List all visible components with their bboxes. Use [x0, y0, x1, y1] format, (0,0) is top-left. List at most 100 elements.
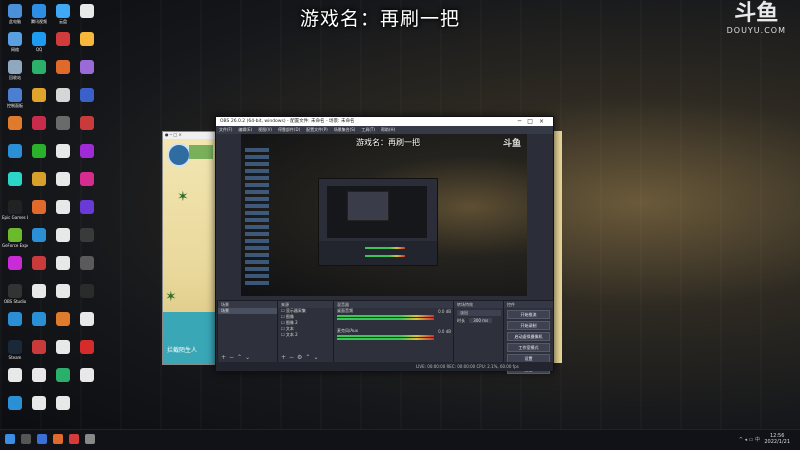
desktop-icon[interactable]	[26, 228, 52, 256]
desktop-icon[interactable]	[74, 340, 100, 368]
desktop-icon[interactable]	[50, 116, 76, 144]
desktop-icon[interactable]	[26, 368, 52, 396]
sea-area	[163, 312, 217, 364]
desktop-icon[interactable]	[50, 284, 76, 312]
mixer-channel-mic[interactable]: 麦克风/Aux 0.0 dB	[334, 328, 454, 342]
game-map[interactable]: ✶ ✶ 拦截陌生人	[163, 139, 217, 364]
desktop-icon[interactable]	[26, 340, 52, 368]
duration-row[interactable]: 时长 300 ms	[454, 318, 504, 324]
desktop-icon[interactable]	[2, 368, 28, 396]
desktop-icon[interactable]	[50, 256, 76, 284]
menu-item[interactable]: 视图(V)	[258, 127, 272, 132]
desktop-icon[interactable]	[26, 312, 52, 340]
desktop-icon[interactable]: 腾讯视频	[26, 4, 52, 32]
app-icon[interactable]	[69, 434, 79, 444]
scene-item[interactable]: 场景	[218, 308, 278, 314]
desktop-icon[interactable]	[2, 172, 28, 200]
desktop-icon[interactable]: OBS Studio	[2, 284, 28, 312]
desktop-icon[interactable]	[50, 368, 76, 396]
desktop-icon[interactable]	[50, 312, 76, 340]
desktop-icon[interactable]	[26, 116, 52, 144]
task-view-icon[interactable]	[37, 434, 47, 444]
game-titlebar[interactable]: ● ─ □ ×	[163, 132, 217, 139]
menu-item[interactable]: 停靠部件(D)	[278, 127, 300, 132]
desktop-icon[interactable]	[26, 200, 52, 228]
desktop-icon[interactable]	[50, 228, 76, 256]
menu-item[interactable]: 帮助(H)	[381, 127, 395, 132]
desktop-icon[interactable]	[26, 396, 52, 424]
desktop-icon[interactable]	[26, 256, 52, 284]
desktop-icon[interactable]	[74, 172, 100, 200]
clock[interactable]: 12:56 2022/1/21	[764, 433, 790, 445]
desktop-icon[interactable]	[50, 144, 76, 172]
desktop-icon[interactable]	[2, 116, 28, 144]
control-button[interactable]: 工作室模式	[507, 343, 550, 352]
window-controls[interactable]: ─□×	[518, 117, 550, 126]
desktop-icon[interactable]	[2, 396, 28, 424]
control-button[interactable]: 开始录制	[507, 321, 550, 330]
desktop-icon[interactable]: 控制面板	[2, 88, 28, 116]
desktop-icon[interactable]	[26, 144, 52, 172]
app-icon	[32, 88, 46, 102]
search-icon[interactable]	[21, 434, 31, 444]
menu-item[interactable]: 编辑(E)	[238, 127, 252, 132]
desktop-icon[interactable]	[74, 312, 100, 340]
desktop-icon[interactable]	[2, 312, 28, 340]
control-button[interactable]: 开始推流	[507, 310, 550, 319]
desktop-icon[interactable]	[26, 172, 52, 200]
transition-select[interactable]: 淡出	[457, 310, 501, 316]
desktop-icon[interactable]	[74, 88, 100, 116]
desktop-icon[interactable]: 网络	[2, 32, 28, 60]
desktop-icon[interactable]: Epic Games Launcher	[2, 200, 28, 228]
menu-item[interactable]: 文件(F)	[219, 127, 232, 132]
desktop-icon[interactable]: 回收站	[2, 60, 28, 88]
desktop-icon[interactable]	[74, 228, 100, 256]
desktop-icon[interactable]	[50, 32, 76, 60]
desktop-icon[interactable]	[74, 4, 100, 32]
desktop-icon[interactable]	[50, 200, 76, 228]
desktop-icon[interactable]	[74, 256, 100, 284]
desktop-icon[interactable]	[50, 396, 76, 424]
menu-item[interactable]: 场景集合(S)	[334, 127, 356, 132]
obs-window[interactable]: OBS 26.0.2 (64-bit, windows) - 配置文件: 未命名…	[215, 116, 554, 374]
menu-item[interactable]: 工具(T)	[361, 127, 375, 132]
desktop-icon[interactable]	[74, 116, 100, 144]
desktop-icon[interactable]	[50, 88, 76, 116]
compass-icon[interactable]	[167, 143, 191, 167]
obs-taskbar-icon[interactable]	[85, 434, 95, 444]
desktop-icon-label: QQ	[35, 47, 43, 52]
desktop-icon[interactable]	[74, 60, 100, 88]
desktop-icon[interactable]	[74, 200, 100, 228]
source-item[interactable]: ☐ 文本 2	[278, 332, 334, 338]
browser-icon[interactable]	[53, 434, 63, 444]
desktop-icon[interactable]	[2, 144, 28, 172]
desktop-icon[interactable]: 云盘	[50, 4, 76, 32]
desktop-icon[interactable]	[74, 284, 100, 312]
desktop-icon[interactable]	[74, 32, 100, 60]
desktop-icon[interactable]: QQ	[26, 32, 52, 60]
desktop-icon[interactable]	[50, 60, 76, 88]
duration-input[interactable]: 300 ms	[469, 318, 493, 323]
desktop-icon[interactable]: Steam	[2, 340, 28, 368]
desktop-icon[interactable]	[26, 284, 52, 312]
system-tray[interactable]: ^ ◂ ▭ 中	[739, 436, 760, 443]
desktop-icon[interactable]: GeForce Experience	[2, 228, 28, 256]
desktop-icon[interactable]: 此电脑	[2, 4, 28, 32]
obs-preview[interactable]: 游戏名：再刷一把 斗鱼	[241, 134, 527, 296]
sources-toolbar[interactable]: +−⚙⌃⌄	[281, 354, 322, 361]
desktop-icon[interactable]	[74, 144, 100, 172]
game-window[interactable]: ● ─ □ × ✶ ✶ 拦截陌生人	[162, 131, 218, 365]
desktop-icon[interactable]	[50, 340, 76, 368]
control-button[interactable]: 启动虚拟摄像机	[507, 332, 550, 341]
clock-date: 2022/1/21	[764, 439, 790, 445]
desktop-icon[interactable]	[26, 88, 52, 116]
desktop-icon[interactable]	[50, 172, 76, 200]
start-button-icon[interactable]	[5, 434, 15, 444]
menu-item[interactable]: 配置文件(P)	[306, 127, 328, 132]
mixer-channel-desktop[interactable]: 桌面音频 0.0 dB	[334, 308, 454, 322]
desktop-icon[interactable]	[74, 368, 100, 396]
obs-titlebar[interactable]: OBS 26.0.2 (64-bit, windows) - 配置文件: 未命名…	[216, 117, 553, 126]
desktop-icon[interactable]	[26, 60, 52, 88]
desktop-icon[interactable]	[2, 256, 28, 284]
scenes-toolbar[interactable]: +−⌃⌄	[221, 354, 253, 361]
